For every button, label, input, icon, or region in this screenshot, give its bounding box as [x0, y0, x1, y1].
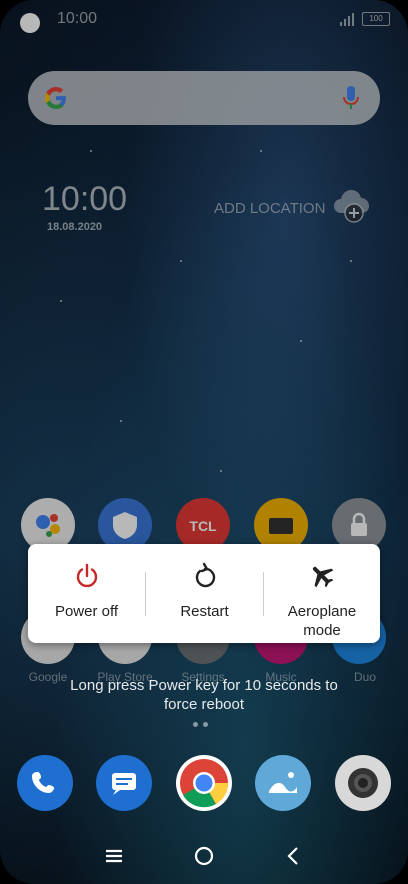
back-icon[interactable]	[282, 844, 306, 868]
dock-chrome[interactable]	[176, 755, 232, 811]
gallery-icon	[269, 772, 297, 793]
restart-button[interactable]: Restart	[146, 544, 263, 643]
restart-label: Restart	[180, 603, 229, 620]
power-off-label: Power off	[54, 603, 119, 620]
home-icon[interactable]	[192, 844, 216, 868]
restart-icon	[195, 562, 215, 588]
airplane-icon	[312, 566, 334, 588]
messages-icon	[112, 773, 136, 795]
phone-icon	[32, 771, 55, 793]
power-menu-dialog: Power off Restart Aeroplane mode	[28, 544, 380, 643]
dock-gallery[interactable]	[255, 755, 311, 811]
dock-camera[interactable]	[335, 755, 391, 811]
dock-phone[interactable]	[17, 755, 73, 811]
hint-line-1: Long press Power key for 10 seconds to	[70, 677, 338, 694]
aeroplane-mode-button[interactable]: Aeroplane mode	[264, 544, 380, 643]
aeroplane-mode-label: Aeroplane mode	[264, 602, 380, 640]
force-reboot-hint: Long press Power key for 10 seconds to f…	[44, 676, 364, 714]
navigation-bar	[0, 836, 408, 876]
page-indicator	[193, 714, 213, 732]
phone-screen: 10:00 100 10:00 18.08.2020 ADD LOCATION	[0, 0, 408, 884]
aeroplane-mode-label-line1: Aeroplane	[287, 603, 357, 620]
power-off-button[interactable]: Power off	[28, 544, 145, 643]
camera-icon	[348, 768, 378, 798]
chrome-icon	[180, 759, 229, 808]
power-icon	[76, 563, 97, 588]
dock-messages[interactable]	[96, 755, 152, 811]
aeroplane-mode-label-line2: mode	[303, 622, 341, 639]
menu-icon[interactable]	[102, 844, 126, 868]
screen-dim-overlay	[0, 0, 408, 884]
hint-line-2: force reboot	[163, 696, 245, 713]
